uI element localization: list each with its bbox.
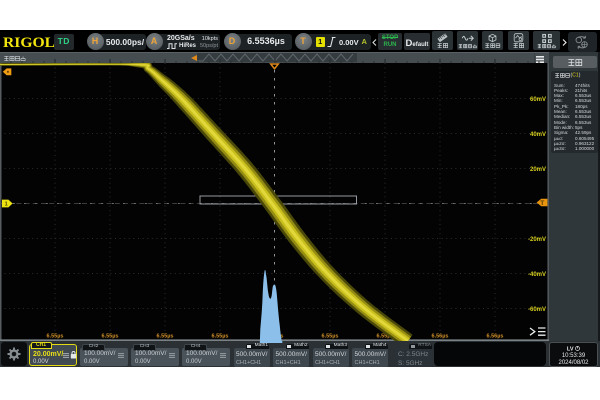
svg-text:6.55µs: 6.55µs: [157, 334, 174, 340]
svg-text:6.55µs: 6.55µs: [47, 334, 64, 340]
svg-text:-20mV: -20mV: [528, 237, 546, 243]
svg-text:1: 1: [5, 202, 8, 208]
svg-text:6.56µs: 6.56µs: [432, 334, 449, 340]
svg-text:-40mV: -40mV: [528, 272, 546, 278]
svg-text:T: T: [540, 200, 544, 207]
svg-text:40mV: 40mV: [530, 132, 546, 138]
svg-text:-60mV: -60mV: [528, 307, 546, 313]
svg-text:6.55µs: 6.55µs: [102, 334, 119, 340]
svg-text:6.55µs: 6.55µs: [212, 334, 229, 340]
svg-text:6.56µs: 6.56µs: [487, 334, 504, 340]
svg-text:6.55µs: 6.55µs: [322, 334, 339, 340]
svg-text:60mV: 60mV: [530, 97, 546, 103]
svg-text:20mV: 20mV: [530, 167, 546, 173]
